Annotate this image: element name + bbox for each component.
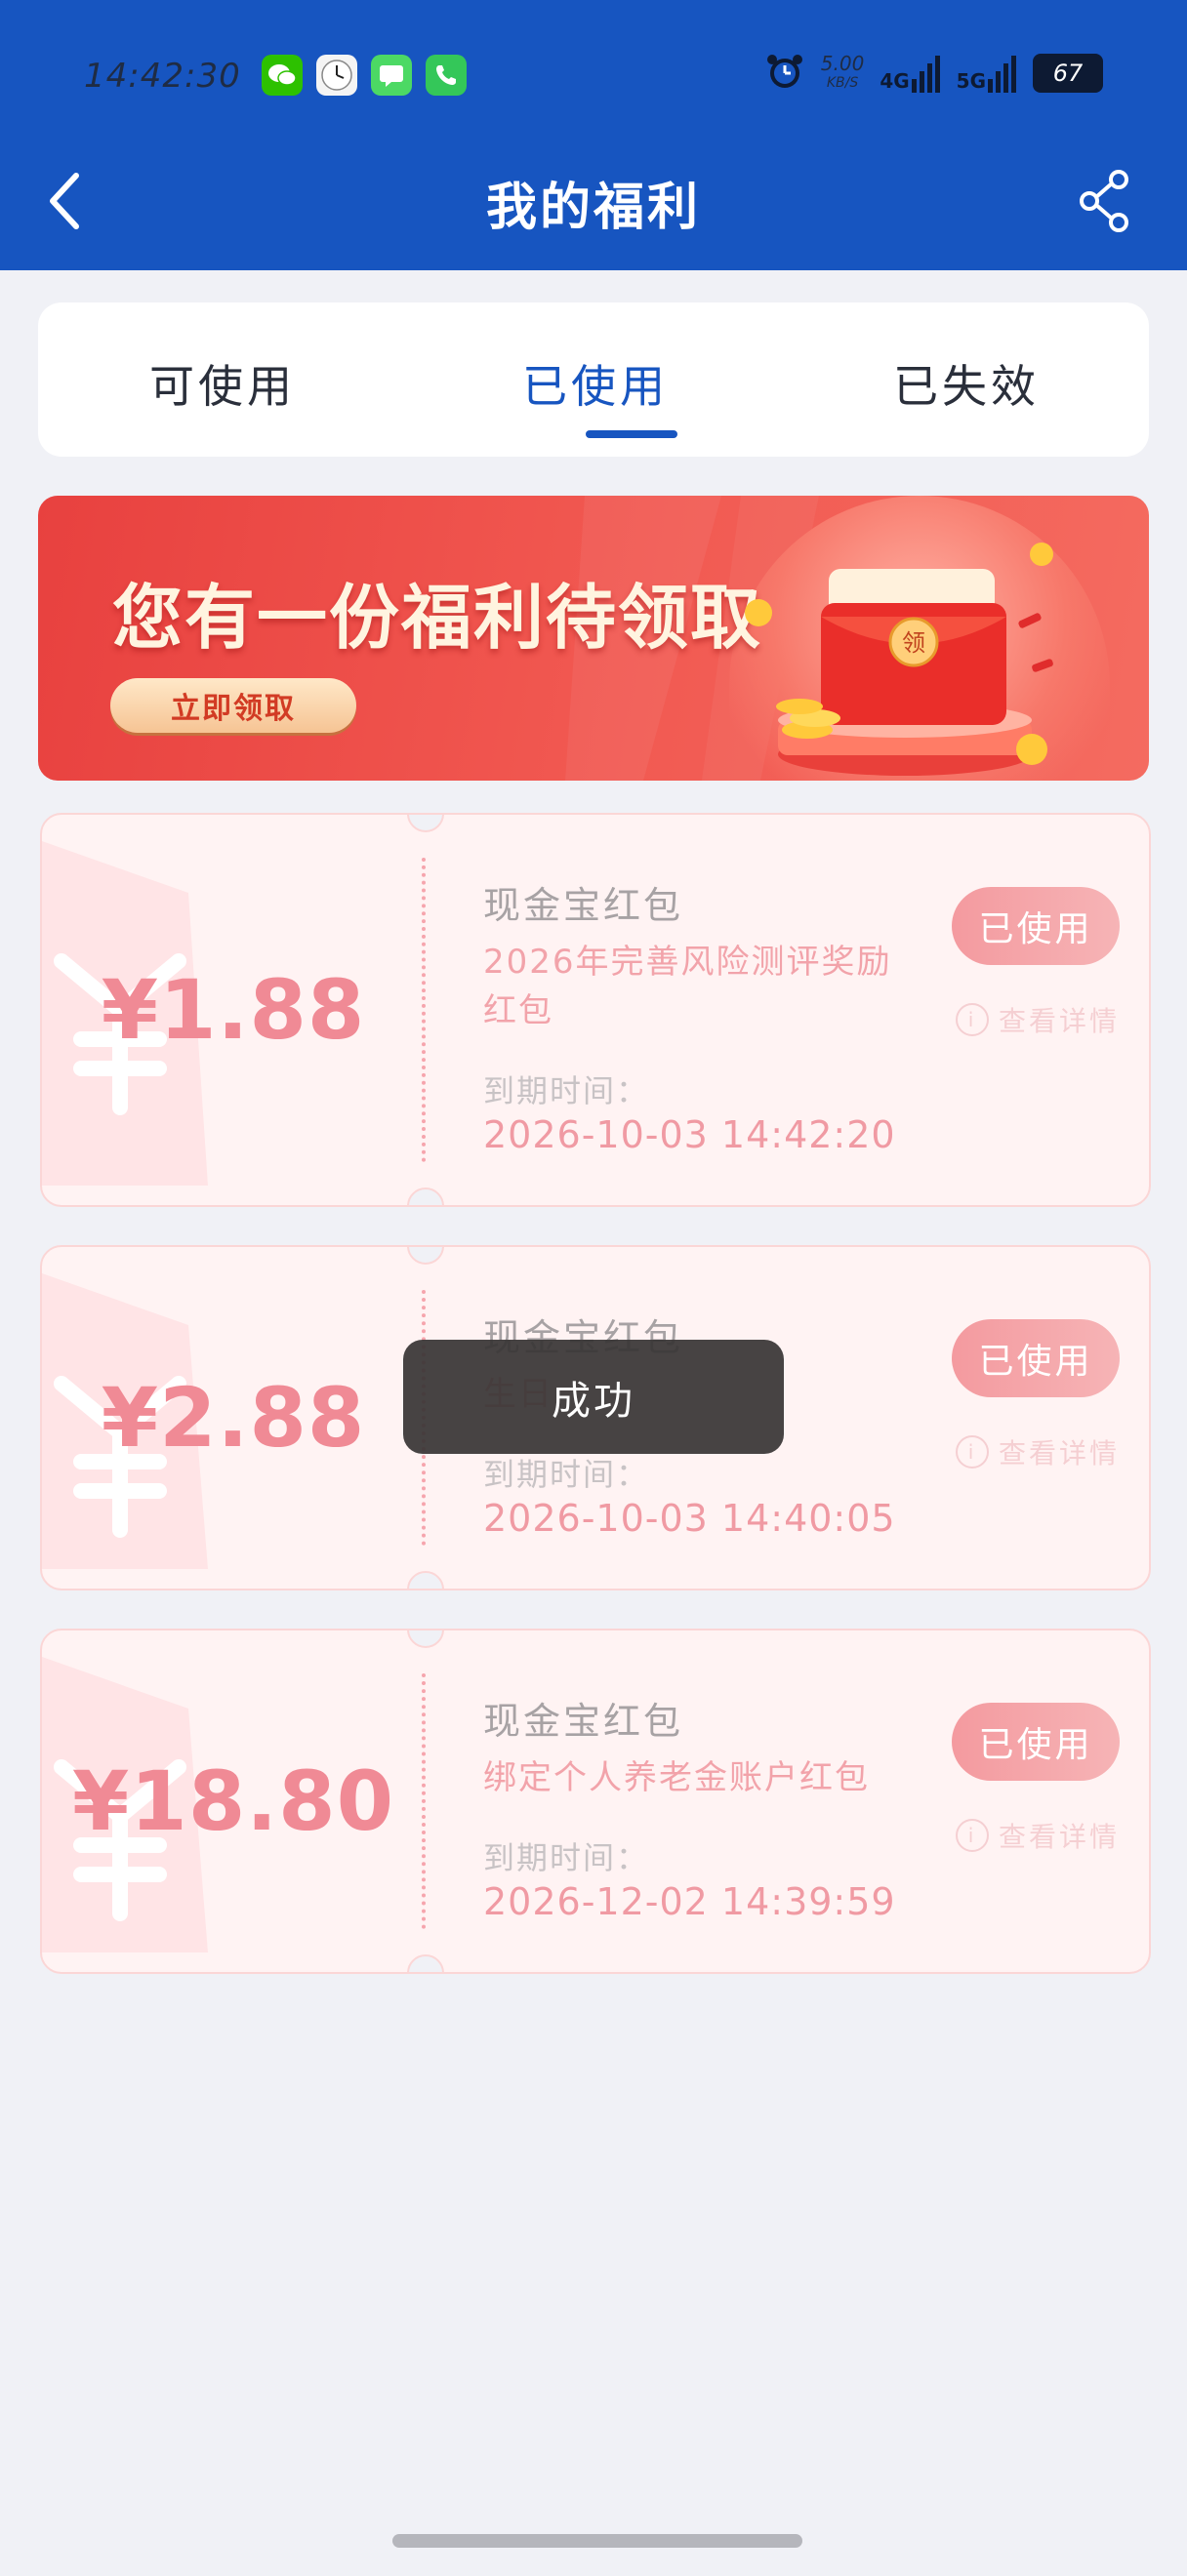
coupon-notch	[407, 1630, 444, 1648]
view-details-link[interactable]: i 查看详情	[955, 1432, 1120, 1471]
toast-message: 成功	[403, 1340, 784, 1454]
coupon-divider	[422, 1673, 426, 1929]
coupon-amount: ¥1.88	[101, 962, 366, 1058]
signal-5g-label: 5G	[956, 69, 986, 93]
coupon-card[interactable]: ¥18.80 现金宝红包 绑定个人养老金账户红包 到期时间： 2026-12-0…	[40, 1629, 1151, 1974]
signal-5g: 5G	[957, 54, 1017, 93]
phone-icon	[426, 55, 467, 96]
coupon-name: 现金宝红包	[483, 884, 684, 927]
view-details-link[interactable]: i 查看详情	[955, 1816, 1120, 1855]
coupon-notch	[407, 1571, 444, 1589]
signal-bars-icon	[988, 56, 1016, 93]
wechat-icon	[262, 55, 303, 96]
coupon-notch	[407, 1247, 444, 1265]
clock-app-icon	[316, 55, 357, 96]
info-icon: i	[955, 1003, 989, 1036]
info-icon: i	[955, 1819, 989, 1852]
app-header: 14:42:30 5.00 KB/S 4G 5G 67 我的福利	[0, 0, 1187, 270]
status-time: 14:42:30	[84, 57, 241, 96]
notification-icons	[262, 55, 467, 96]
tab-active-indicator	[586, 430, 677, 438]
share-button[interactable]	[1078, 168, 1132, 234]
coupon-card[interactable]: ¥1.88 现金宝红包 2026年完善风险测评奖励红包 到期时间： 2026-1…	[40, 813, 1151, 1207]
view-details-label: 查看详情	[998, 1005, 1120, 1037]
messages-icon	[371, 55, 412, 96]
share-icon	[1080, 170, 1128, 232]
claim-now-button[interactable]: 立即领取	[110, 678, 356, 733]
status-right: 5.00 KB/S 4G 5G 67	[764, 51, 1103, 96]
tab-used[interactable]: 已使用	[522, 351, 669, 416]
tab-available[interactable]: 可使用	[149, 351, 296, 416]
view-details-link[interactable]: i 查看详情	[955, 1000, 1120, 1039]
info-icon: i	[955, 1435, 989, 1469]
net-speed: 5.00 KB/S	[821, 54, 865, 93]
coupon-description: 绑定个人养老金账户红包	[483, 1758, 870, 1797]
net-speed-unit: KB/S	[826, 75, 859, 91]
expiry-label: 到期时间：	[483, 1072, 650, 1109]
coupon-divider	[422, 858, 426, 1162]
page-title: 我的福利	[485, 179, 701, 237]
used-status-button[interactable]: 已使用	[952, 1319, 1120, 1397]
envelope-char: 领	[902, 629, 925, 657]
banner-title: 您有一份福利待领取	[112, 577, 763, 659]
coupon-notch	[407, 1954, 444, 1972]
used-status-button[interactable]: 已使用	[952, 1703, 1120, 1781]
home-indicator[interactable]	[392, 2534, 802, 2548]
coupon-amount: ¥18.80	[71, 1753, 395, 1849]
coupon-description: 2026年完善风险测评奖励红包	[483, 943, 892, 1030]
view-details-label: 查看详情	[998, 1437, 1120, 1469]
signal-4g: 4G	[880, 54, 940, 93]
expiry-time: 2026-10-03 14:40:05	[483, 1497, 896, 1540]
promo-banner[interactable]: 您有一份福利待领取 立即领取 领	[38, 496, 1149, 781]
tab-expired[interactable]: 已失效	[893, 351, 1040, 416]
signal-bars-icon	[911, 56, 940, 93]
coupon-notch	[407, 815, 444, 832]
expiry-time: 2026-10-03 14:42:20	[483, 1113, 896, 1156]
signal-4g-label: 4G	[880, 69, 910, 93]
coupon-amount: ¥2.88	[101, 1370, 366, 1466]
view-details-label: 查看详情	[998, 1821, 1120, 1853]
expiry-time: 2026-12-02 14:39:59	[483, 1880, 896, 1923]
alarm-icon	[764, 51, 805, 96]
expiry-label: 到期时间：	[483, 1839, 650, 1876]
net-speed-value: 5.00	[820, 52, 865, 75]
coupon-notch	[407, 1187, 444, 1205]
used-status-button[interactable]: 已使用	[952, 887, 1120, 965]
battery-indicator: 67	[1033, 54, 1103, 93]
status-tabs: 可使用 已使用 已失效	[38, 302, 1149, 457]
red-envelope-illustration: 领	[745, 543, 1053, 776]
expiry-label: 到期时间：	[483, 1456, 650, 1493]
coupon-name: 现金宝红包	[483, 1700, 684, 1743]
